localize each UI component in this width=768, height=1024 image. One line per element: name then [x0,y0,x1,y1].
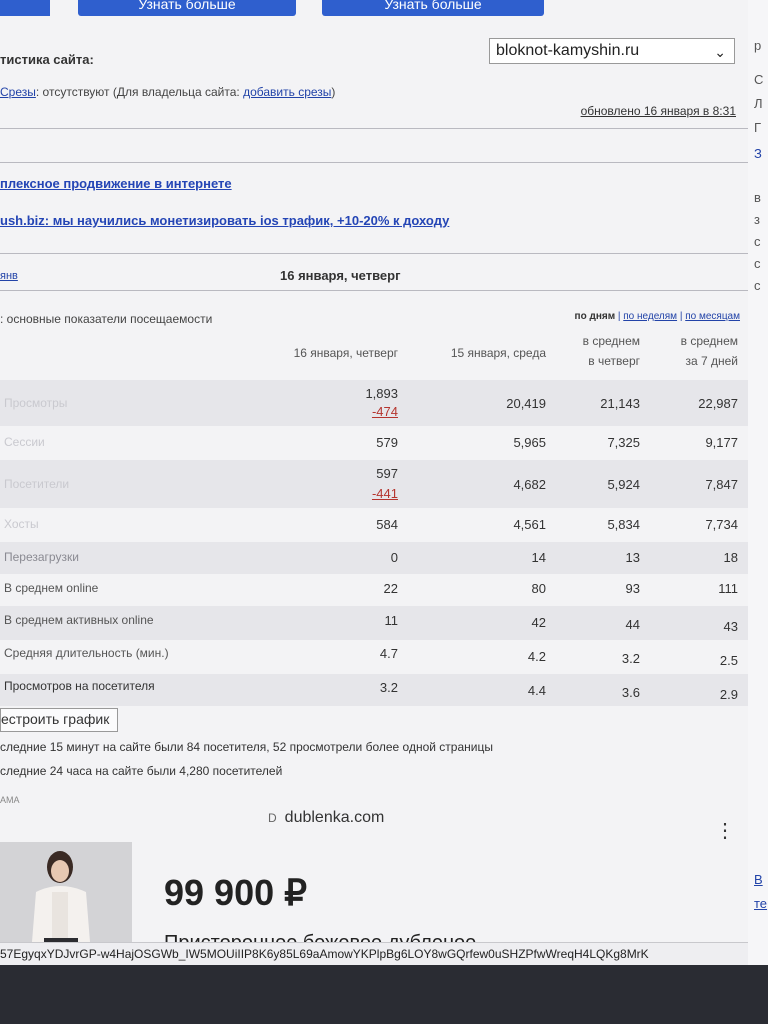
period-days[interactable]: по дням [575,311,616,322]
right-sidebar-text: в [754,190,761,205]
chevron-down-icon: ⌄ [714,44,726,60]
current-date-heading: 16 января, четверг [280,268,401,283]
right-sidebar-text: с [754,278,761,293]
right-sidebar-link[interactable]: З [754,146,762,161]
table-row: Просмотры 1,893 -474 20,419 21,143 22,98… [0,380,748,426]
cuts-close: ) [331,85,336,99]
status-url-bar: 57EgyqxYDJvrGP-w4HajOSGWb_IW5MOUiIIP8K6y… [0,942,748,965]
col-header-avg-weekday: в среднем в четверг [582,334,640,368]
updated-timestamp[interactable]: обновлено 16 января в 8:31 [581,104,736,118]
table-row: Просмотров на посетителя 3.2 4.4 3.6 2.9 [0,674,748,706]
col-header-today: 16 января, четверг [293,346,398,360]
table-row: В среднем активных online 11 42 44 43 [0,606,748,640]
learn-more-button-left[interactable]: Узнать больше [78,0,296,16]
right-sidebar-text: С [754,72,764,87]
right-sidebar-text: с [754,234,761,249]
right-sidebar: р С Л Г З в з с с с В те [748,0,768,965]
note-last-15-min: следние 15 минут на сайте были 84 посети… [0,740,493,754]
divider [0,253,748,254]
ad-label: АМА [0,795,20,805]
cuts-link[interactable]: Срезы [0,85,36,99]
note-last-24-hours: следние 24 часа на сайте были 4,280 посе… [0,764,283,778]
divider [0,162,748,163]
cuts-text: : отсутствуют (Для владельца сайта: [35,85,244,99]
ad-product-image[interactable] [0,842,132,952]
col-header-yesterday: 15 января, среда [450,346,546,360]
site-stats-label: тистика сайта: [0,52,94,67]
right-sidebar-link[interactable]: В [754,872,763,887]
right-sidebar-text: Г [754,120,762,135]
promo-link-1[interactable]: плексное продвижение в интернете [0,176,232,191]
ad-domain[interactable]: Ddublenka.com [268,809,384,827]
prev-day-link[interactable]: янв [0,270,18,282]
right-sidebar-text: с [754,256,761,271]
table-row: Посетители 597 -441 4,682 5,924 7,847 [0,460,748,508]
more-options-icon[interactable]: ⋮ [715,818,735,843]
col-header-avg-7days: в среднем за 7 дней [680,334,738,368]
table-row: Хосты 584 4,561 5,834 7,734 [4,517,738,532]
right-sidebar-link[interactable]: те [754,896,767,911]
period-switcher: по дням | по неделям | по месяцам [574,311,740,322]
coat-photo [0,842,132,952]
right-sidebar-text: з [754,212,760,227]
period-weeks[interactable]: по неделям [623,311,677,322]
site-select-value: bloknot-kamyshin.ru [496,42,640,59]
promo-link-2[interactable]: ush.biz: мы научились монетизировать ios… [0,213,449,228]
divider [0,128,748,129]
table-row: В среднем online 22 80 93 111 [4,581,738,596]
browser-viewport: Узнать больше Узнать больше тистика сайт… [0,0,748,965]
add-cuts-link[interactable]: добавить срезы [243,85,331,99]
build-chart-button[interactable]: естроить график [0,708,119,732]
top-button-edge[interactable] [0,0,50,16]
learn-more-button-right[interactable]: Узнать больше [322,0,544,16]
table-row: Сессии 579 5,965 7,325 9,177 [4,435,738,450]
cuts-line: Срезы: отсутствуют (Для владельца сайта:… [0,85,335,99]
section-title: : основные показатели посещаемости [0,312,213,326]
site-select[interactable]: bloknot-kamyshin.ru ⌄ [489,38,735,64]
ad-price[interactable]: 99 900 ₽ [164,872,307,914]
right-sidebar-text: Л [754,96,763,111]
table-row: Перезагрузки 0 14 13 18 [0,542,748,574]
ad-domain-icon: D [268,811,277,825]
right-sidebar-text: р [754,38,762,53]
divider [0,290,748,291]
period-months[interactable]: по месяцам [685,311,740,322]
table-row: Средняя длительность (мин.) 4.7 4.2 3.2 … [4,646,738,668]
